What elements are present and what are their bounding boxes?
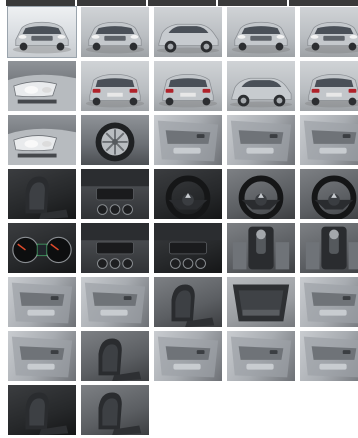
- photo-front-angle: [227, 7, 295, 57]
- photo-driver-seat: [8, 169, 76, 219]
- gallery-thumbnail[interactable]: [7, 6, 77, 58]
- photo-seat-detail: [8, 385, 76, 435]
- photo-gallery-grid: [7, 6, 358, 436]
- photo-gear-shifter: [227, 223, 295, 273]
- photo-door-trim: [227, 115, 295, 165]
- gallery-thumbnail[interactable]: [226, 222, 296, 274]
- gallery-thumbnail[interactable]: [226, 330, 296, 382]
- gallery-thumbnail[interactable]: [299, 168, 358, 220]
- gallery-thumbnail[interactable]: [80, 114, 150, 166]
- photo-steering-buttons: [300, 169, 358, 219]
- photo-rear-side: [227, 61, 295, 111]
- gallery-thumbnail[interactable]: [153, 114, 223, 166]
- photo-headlight: [8, 61, 76, 111]
- gallery-thumbnail[interactable]: [80, 60, 150, 112]
- photo-door-handle: [227, 331, 295, 381]
- photo-third-row: [300, 277, 358, 327]
- photo-sill: [300, 331, 358, 381]
- photo-door-panel: [154, 115, 222, 165]
- photo-wheel: [81, 115, 149, 165]
- gallery-thumbnail[interactable]: [299, 60, 358, 112]
- gallery-thumbnail[interactable]: [299, 222, 358, 274]
- gallery-thumbnail[interactable]: [80, 384, 150, 436]
- gallery-thumbnail[interactable]: [226, 60, 296, 112]
- gallery-thumbnail[interactable]: [299, 276, 358, 328]
- photo-rear-right: [300, 61, 358, 111]
- gallery-thumbnail[interactable]: [226, 6, 296, 58]
- gallery-thumbnail[interactable]: [226, 276, 296, 328]
- photo-front: [81, 7, 149, 57]
- gallery-thumbnail[interactable]: [299, 330, 358, 382]
- gallery-thumbnail[interactable]: [80, 168, 150, 220]
- photo-tail-light: [8, 115, 76, 165]
- photo-steering-controls: [227, 169, 295, 219]
- photo-console-storage: [300, 223, 358, 273]
- gallery-thumbnail[interactable]: [153, 6, 223, 58]
- gallery-thumbnail[interactable]: [80, 330, 150, 382]
- gallery-thumbnail[interactable]: [226, 114, 296, 166]
- gallery-thumbnail[interactable]: [7, 168, 77, 220]
- gallery-thumbnail[interactable]: [7, 276, 77, 328]
- gallery-thumbnail[interactable]: [153, 276, 223, 328]
- photo-dashboard: [81, 169, 149, 219]
- gallery-thumbnail[interactable]: [226, 168, 296, 220]
- gallery-thumbnail[interactable]: [7, 384, 77, 436]
- photo-climate-controls: [81, 223, 149, 273]
- photo-window-switches: [300, 115, 358, 165]
- photo-front-door-open: [8, 331, 76, 381]
- gallery-thumbnail[interactable]: [7, 114, 77, 166]
- photo-rear-seats: [154, 277, 222, 327]
- photo-steering-wheel: [154, 169, 222, 219]
- photo-front-side: [154, 7, 222, 57]
- gallery-thumbnail[interactable]: [153, 222, 223, 274]
- gallery-thumbnail[interactable]: [7, 60, 77, 112]
- gallery-thumbnail[interactable]: [153, 330, 223, 382]
- gallery-thumbnail[interactable]: [80, 6, 150, 58]
- photo-rear-door-panel: [81, 277, 149, 327]
- photo-front-three-quarter: [8, 7, 76, 57]
- gallery-thumbnail[interactable]: [7, 330, 77, 382]
- photo-rear: [154, 61, 222, 111]
- photo-rear-door-open: [8, 277, 76, 327]
- photo-passenger-seat: [81, 331, 149, 381]
- photo-cargo-area: [227, 277, 295, 327]
- gallery-thumbnail[interactable]: [80, 276, 150, 328]
- gallery-thumbnail[interactable]: [153, 168, 223, 220]
- photo-center-console: [154, 223, 222, 273]
- gallery-thumbnail[interactable]: [299, 6, 358, 58]
- photo-front-right: [300, 7, 358, 57]
- gallery-thumbnail[interactable]: [299, 114, 358, 166]
- gallery-thumbnail[interactable]: [7, 222, 77, 274]
- photo-instrument-cluster: [8, 223, 76, 273]
- photo-rear-bench: [81, 385, 149, 435]
- photo-rear-three-quarter: [81, 61, 149, 111]
- photo-rear-door-inner: [154, 331, 222, 381]
- gallery-thumbnail[interactable]: [80, 222, 150, 274]
- gallery-thumbnail[interactable]: [153, 60, 223, 112]
